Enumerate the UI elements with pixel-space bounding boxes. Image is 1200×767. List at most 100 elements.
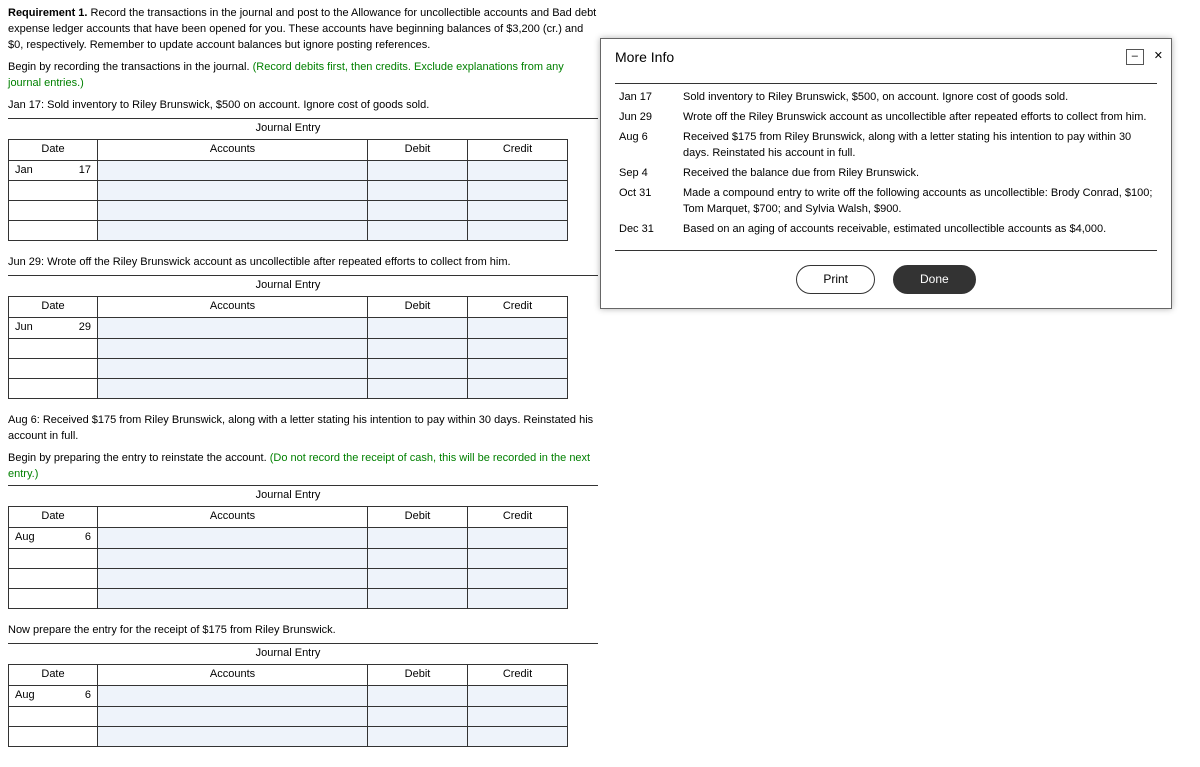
credit-input[interactable] — [468, 160, 568, 181]
info-date: Oct 31 — [619, 186, 667, 218]
info-desc: Received $175 from Riley Brunswick, alon… — [683, 130, 1153, 162]
info-row: Dec 31 Based on an aging of accounts rece… — [619, 222, 1153, 238]
credit-input[interactable] — [468, 726, 568, 746]
print-button[interactable]: Print — [796, 265, 875, 294]
month-cell: Aug — [9, 527, 66, 548]
debit-input[interactable] — [368, 568, 468, 588]
credit-input[interactable] — [468, 706, 568, 726]
col-debit: Debit — [368, 507, 468, 527]
journal-block: Journal Entry Date Accounts Debit Credit… — [8, 488, 568, 609]
info-date: Sep 4 — [619, 166, 667, 182]
journal-entry-title: Journal Entry — [8, 488, 568, 507]
credit-input[interactable] — [468, 201, 568, 221]
credit-input[interactable] — [468, 548, 568, 568]
info-desc: Made a compound entry to write off the f… — [683, 186, 1153, 218]
credit-input[interactable] — [468, 181, 568, 201]
col-credit: Credit — [468, 665, 568, 685]
entry-intro: Jan 17: Sold inventory to Riley Brunswic… — [8, 98, 598, 114]
debit-input[interactable] — [368, 685, 468, 706]
col-credit: Credit — [468, 140, 568, 160]
credit-input[interactable] — [468, 359, 568, 379]
day-cell: 6 — [66, 527, 98, 548]
debit-input[interactable] — [368, 588, 468, 608]
accounts-input[interactable] — [98, 160, 368, 181]
accounts-input[interactable] — [98, 548, 368, 568]
info-row: Aug 6 Received $175 from Riley Brunswick,… — [619, 130, 1153, 162]
debit-input[interactable] — [368, 379, 468, 399]
credit-input[interactable] — [468, 685, 568, 706]
accounts-input[interactable] — [98, 379, 368, 399]
accounts-input[interactable] — [98, 568, 368, 588]
accounts-input[interactable] — [98, 527, 368, 548]
col-credit: Credit — [468, 297, 568, 317]
accounts-input[interactable] — [98, 339, 368, 359]
accounts-input[interactable] — [98, 318, 368, 339]
accounts-input[interactable] — [98, 201, 368, 221]
col-debit: Debit — [368, 297, 468, 317]
col-date: Date — [9, 507, 98, 527]
accounts-input[interactable] — [98, 359, 368, 379]
debit-input[interactable] — [368, 339, 468, 359]
debit-input[interactable] — [368, 359, 468, 379]
entry-intro: Now prepare the entry for the receipt of… — [8, 623, 598, 639]
credit-input[interactable] — [468, 568, 568, 588]
credit-input[interactable] — [468, 527, 568, 548]
debit-input[interactable] — [368, 221, 468, 241]
credit-input[interactable] — [468, 379, 568, 399]
done-button[interactable]: Done — [893, 265, 976, 294]
accounts-input[interactable] — [98, 685, 368, 706]
col-accounts: Accounts — [98, 665, 368, 685]
info-row: Jun 29Wrote off the Riley Brunswick acco… — [619, 110, 1153, 126]
journal-entry-title: Journal Entry — [8, 278, 568, 297]
debit-input[interactable] — [368, 318, 468, 339]
debit-input[interactable] — [368, 548, 468, 568]
col-date: Date — [9, 297, 98, 317]
col-accounts: Accounts — [98, 140, 368, 160]
col-date: Date — [9, 140, 98, 160]
col-debit: Debit — [368, 665, 468, 685]
debit-input[interactable] — [368, 706, 468, 726]
debit-input[interactable] — [368, 181, 468, 201]
journal-entry-title: Journal Entry — [8, 646, 568, 665]
col-date: Date — [9, 665, 98, 685]
begin-text: Begin by recording the transactions in t… — [8, 61, 253, 73]
accounts-input[interactable] — [98, 181, 368, 201]
credit-input[interactable] — [468, 588, 568, 608]
info-row: Sep 4 Received the balance due from Riley… — [619, 166, 1153, 182]
accounts-input[interactable] — [98, 588, 368, 608]
month-cell: Jan — [9, 160, 58, 181]
month-cell: Jun — [9, 318, 58, 339]
info-row: Oct 31 Made a compound entry to write off… — [619, 186, 1153, 218]
info-date: Dec 31 — [619, 222, 667, 238]
requirement-text: Record the transactions in the journal a… — [8, 7, 596, 51]
credit-input[interactable] — [468, 318, 568, 339]
debit-input[interactable] — [368, 160, 468, 181]
col-credit: Credit — [468, 507, 568, 527]
credit-input[interactable] — [468, 221, 568, 241]
credit-input[interactable] — [468, 339, 568, 359]
accounts-input[interactable] — [98, 221, 368, 241]
col-accounts: Accounts — [98, 507, 368, 527]
close-icon[interactable]: ✕ — [1154, 49, 1163, 65]
journal-block: Journal Entry Date Accounts Debit Credit… — [8, 278, 568, 399]
accounts-input[interactable] — [98, 726, 368, 746]
day-cell: 6 — [66, 685, 98, 706]
debit-input[interactable] — [368, 726, 468, 746]
info-date: Aug 6 — [619, 130, 667, 162]
minimize-icon[interactable]: – — [1126, 49, 1144, 65]
day-cell: 17 — [58, 160, 98, 181]
info-desc: Sold inventory to Riley Brunswick, $500,… — [683, 90, 1153, 106]
info-row: Jan 17Sold inventory to Riley Brunswick,… — [619, 90, 1153, 106]
debit-input[interactable] — [368, 201, 468, 221]
debit-input[interactable] — [368, 527, 468, 548]
sub-text: Begin by preparing the entry to reinstat… — [8, 452, 270, 464]
journal-entry-title: Journal Entry — [8, 121, 568, 140]
entry-intro: Aug 6: Received $175 from Riley Brunswic… — [8, 413, 598, 445]
journal-block: Journal Entry Date Accounts Debit Credit… — [8, 121, 568, 242]
info-desc: Based on an aging of accounts receivable… — [683, 222, 1153, 238]
month-cell: Aug — [9, 685, 66, 706]
info-list: Jan 17Sold inventory to Riley Brunswick,… — [615, 83, 1157, 251]
info-desc: Received the balance due from Riley Brun… — [683, 166, 1153, 182]
accounts-input[interactable] — [98, 706, 368, 726]
entry-intro: Jun 29: Wrote off the Riley Brunswick ac… — [8, 255, 598, 271]
